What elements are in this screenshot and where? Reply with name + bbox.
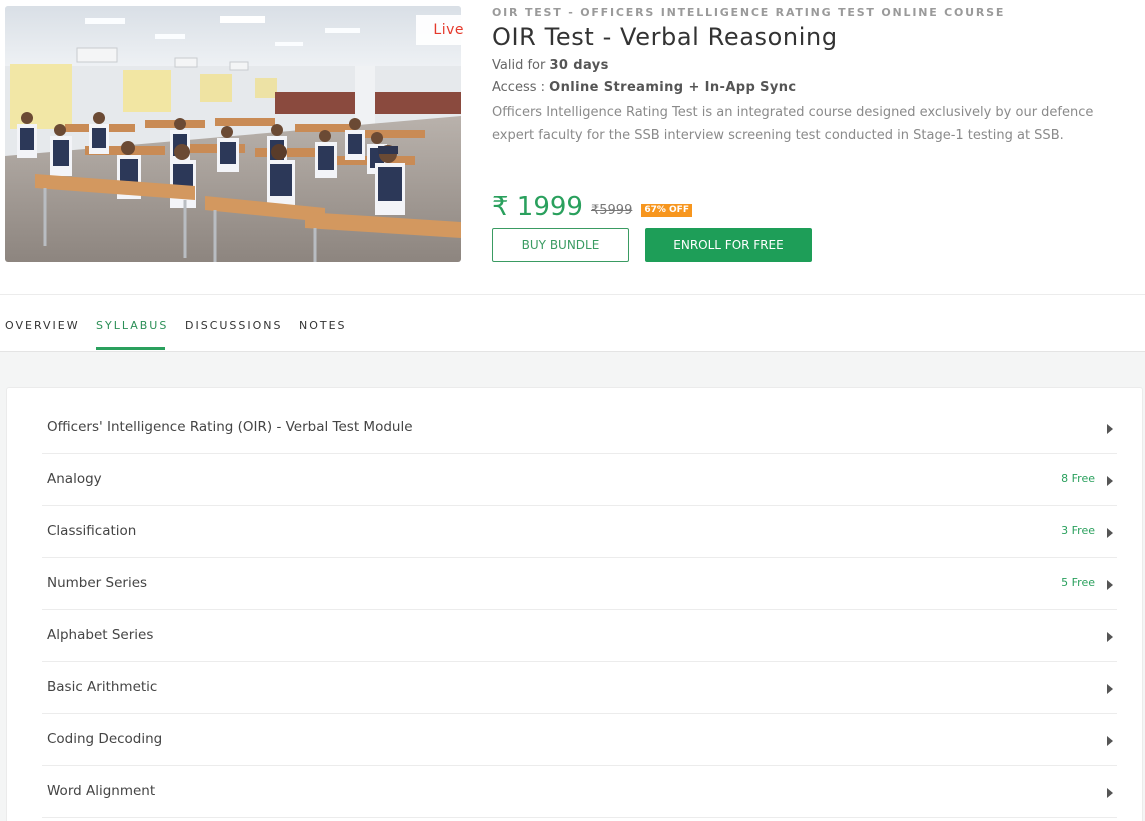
free-count-label: 5 Free bbox=[1061, 576, 1095, 589]
syllabus-row[interactable]: Coding Decoding bbox=[42, 714, 1117, 766]
free-count-label: 8 Free bbox=[1061, 472, 1095, 485]
validity-value: 30 days bbox=[549, 58, 609, 73]
course-thumbnail[interactable] bbox=[5, 6, 461, 262]
syllabus-row[interactable]: Word Alignment bbox=[42, 766, 1117, 818]
discount-badge: 67% OFF bbox=[641, 204, 692, 217]
course-tabs: OVERVIEW SYLLABUS DISCUSSIONS NOTES bbox=[0, 294, 1145, 352]
syllabus-row-title: Classification bbox=[47, 523, 137, 539]
active-tab-indicator bbox=[96, 347, 165, 350]
expand-arrow-icon[interactable] bbox=[1107, 684, 1113, 694]
expand-arrow-icon[interactable] bbox=[1107, 632, 1113, 642]
tab-notes[interactable]: NOTES bbox=[299, 319, 347, 333]
original-price: ₹5999 bbox=[590, 203, 633, 218]
current-price: ₹ 1999 bbox=[492, 192, 583, 222]
syllabus-row[interactable]: Officers' Intelligence Rating (OIR) - Ve… bbox=[42, 402, 1117, 454]
tab-overview[interactable]: OVERVIEW bbox=[5, 319, 80, 333]
expand-arrow-icon[interactable] bbox=[1107, 424, 1113, 434]
syllabus-row[interactable]: Alphabet Series bbox=[42, 610, 1117, 662]
expand-arrow-icon[interactable] bbox=[1107, 476, 1113, 486]
free-count-label: 3 Free bbox=[1061, 524, 1095, 537]
validity-label: Valid for bbox=[492, 58, 546, 73]
course-info: OIR TEST - OFFICERS INTELLIGENCE RATING … bbox=[492, 6, 1132, 147]
live-badge: Live bbox=[416, 15, 470, 45]
syllabus-row-title: Analogy bbox=[47, 471, 102, 487]
syllabus-row[interactable]: Number Series 5 Free bbox=[42, 558, 1117, 610]
access-label: Access : bbox=[492, 80, 546, 95]
syllabus-row-title: Number Series bbox=[47, 575, 148, 591]
expand-arrow-icon[interactable] bbox=[1107, 736, 1113, 746]
course-description: Officers Intelligence Rating Test is an … bbox=[492, 105, 1094, 143]
access-value: Online Streaming + In-App Sync bbox=[549, 80, 797, 95]
enroll-for-free-button[interactable]: ENROLL FOR FREE bbox=[645, 228, 812, 262]
price-row: ₹ 1999 ₹5999 67% OFF bbox=[492, 190, 692, 222]
expand-arrow-icon[interactable] bbox=[1107, 528, 1113, 538]
syllabus-row[interactable]: Basic Arithmetic bbox=[42, 662, 1117, 714]
course-validity: Valid for 30 days bbox=[492, 55, 1132, 77]
expand-arrow-icon[interactable] bbox=[1107, 580, 1113, 590]
syllabus-card: Officers' Intelligence Rating (OIR) - Ve… bbox=[6, 387, 1143, 821]
syllabus-row-title: Alphabet Series bbox=[47, 627, 154, 643]
syllabus-row-title: Coding Decoding bbox=[47, 731, 163, 747]
buy-bundle-button[interactable]: BUY BUNDLE bbox=[492, 228, 629, 262]
course-category: OIR TEST - OFFICERS INTELLIGENCE RATING … bbox=[492, 6, 1006, 19]
tab-syllabus[interactable]: SYLLABUS bbox=[96, 319, 168, 333]
course-hero: Live OIR TEST - OFFICERS INTELLIGENCE RA… bbox=[0, 0, 1145, 294]
syllabus-row-title: Officers' Intelligence Rating (OIR) - Ve… bbox=[47, 419, 413, 435]
syllabus-row[interactable]: Classification 3 Free bbox=[42, 506, 1117, 558]
syllabus-row[interactable]: Analogy 8 Free bbox=[42, 454, 1117, 506]
syllabus-row-title: Word Alignment bbox=[47, 783, 156, 799]
classroom-image bbox=[5, 6, 461, 262]
course-access: Access : Online Streaming + In-App Sync bbox=[492, 77, 1132, 99]
tab-discussions[interactable]: DISCUSSIONS bbox=[185, 319, 283, 333]
course-title: OIR Test - Verbal Reasoning bbox=[492, 23, 838, 51]
expand-arrow-icon[interactable] bbox=[1107, 788, 1113, 798]
syllabus-row-title: Basic Arithmetic bbox=[47, 679, 158, 695]
